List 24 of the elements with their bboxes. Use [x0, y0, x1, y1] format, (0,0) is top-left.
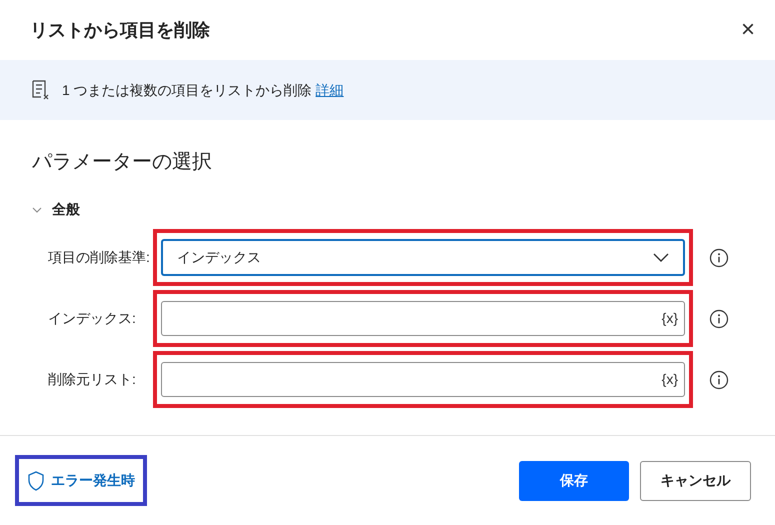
variable-button[interactable]: {x}	[662, 308, 678, 329]
chevron-down-icon	[653, 253, 669, 262]
section-title: パラメーターの選択	[32, 150, 213, 175]
chevron-icon	[32, 206, 42, 212]
info-icon[interactable]	[709, 248, 729, 268]
field-label: 削除元リスト:	[48, 370, 137, 389]
shield-icon	[27, 470, 45, 490]
list-remove-icon	[32, 80, 50, 100]
dropdown-field[interactable]: インデックス	[161, 239, 685, 276]
group-header[interactable]: 全般	[32, 199, 80, 220]
save-button[interactable]: 保存	[519, 460, 629, 500]
details-link[interactable]: 詳細	[316, 80, 344, 100]
field-label: インデックス:	[48, 309, 137, 328]
dialog-title: リストから項目を削除	[30, 18, 210, 42]
input-field[interactable]: {x}	[161, 301, 685, 336]
info-icon[interactable]	[709, 308, 729, 328]
info-text: 1 つまたは複数の項目をリストから削除	[62, 80, 312, 100]
error-handling-button[interactable]: エラー発生時	[15, 455, 147, 506]
input-field[interactable]: {x}	[161, 362, 685, 397]
variable-button[interactable]: {x}	[662, 369, 678, 390]
close-button[interactable]: ×	[740, 18, 755, 42]
field-label: 項目の削除基準:	[48, 248, 151, 267]
cancel-button[interactable]: キャンセル	[640, 460, 751, 500]
info-icon[interactable]	[709, 370, 729, 390]
